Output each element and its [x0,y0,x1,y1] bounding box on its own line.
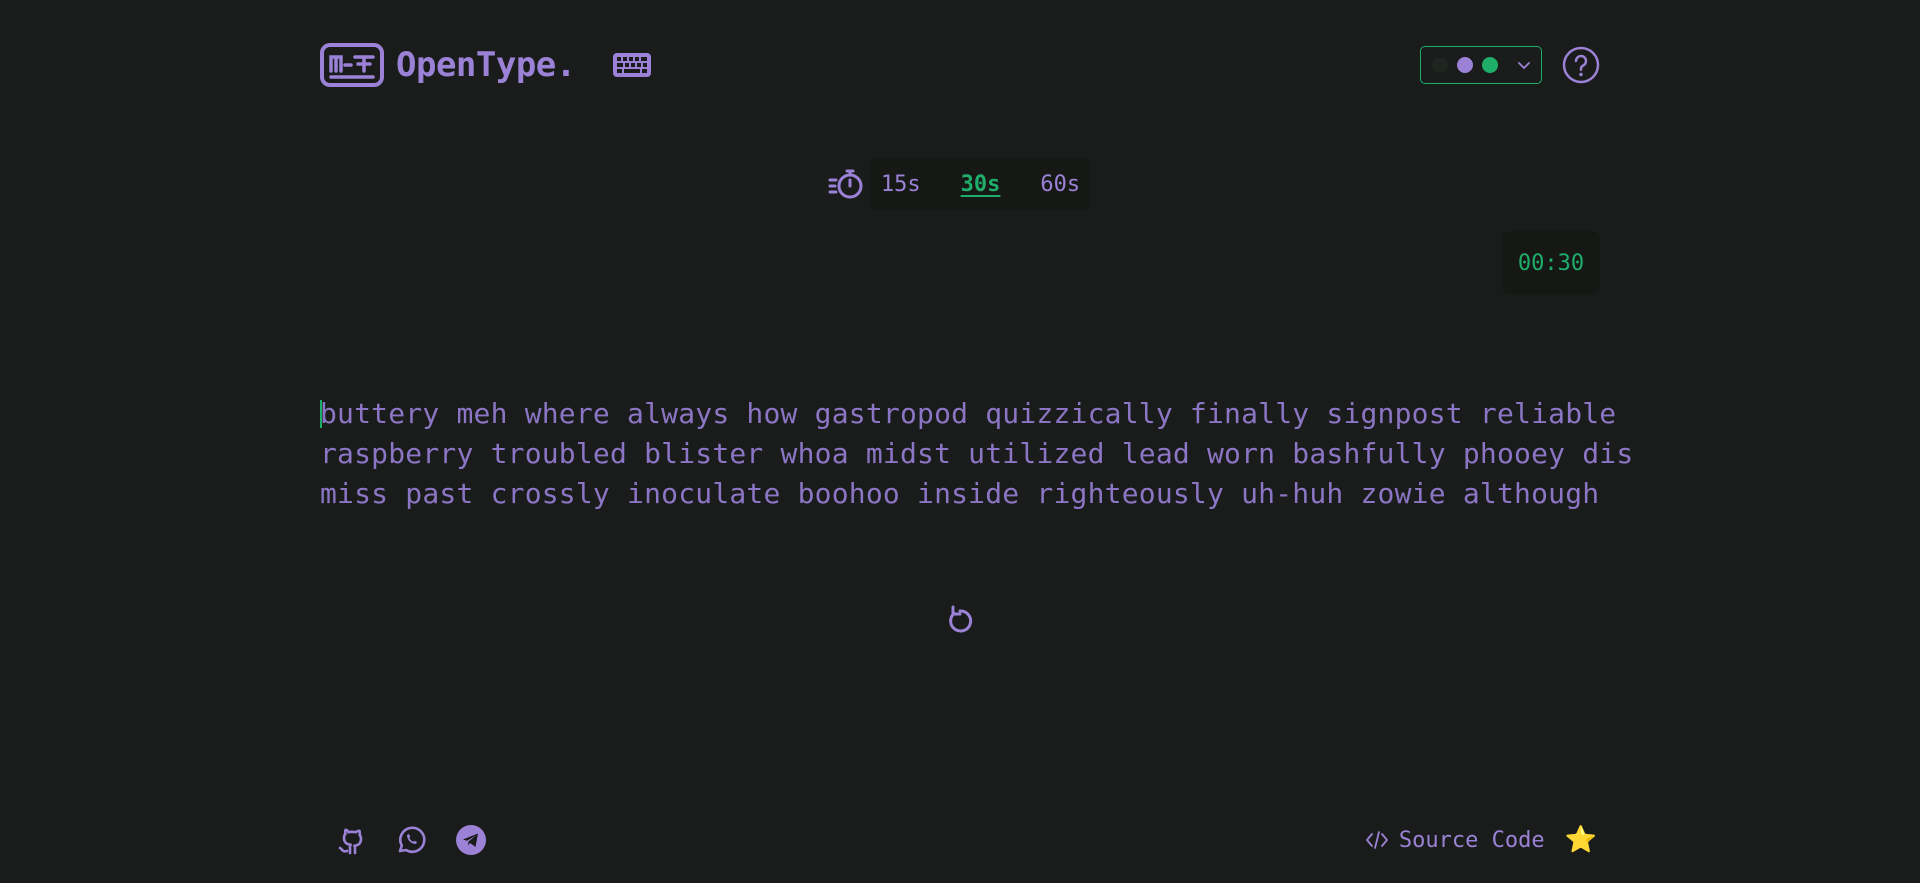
stopwatch-icon [828,169,863,199]
footer: Source Code ⭐ [320,822,1600,858]
keyboard-icon[interactable] [612,52,652,78]
word-line: buttery meh where always how gastropod q… [320,397,1617,430]
social-links [335,824,487,856]
time-selector: 15s 30s 60s [320,158,1600,210]
theme-dot-primary [1456,57,1473,73]
theme-dot-secondary [1481,57,1498,73]
theme-selector[interactable] [1420,46,1542,84]
header: OpenType. [320,42,1600,88]
restart-icon[interactable] [944,604,976,636]
text-caret [320,400,322,428]
theme-dot-background [1431,57,1448,73]
source-code-link[interactable]: Source Code ⭐ [1365,825,1597,855]
logo-icon [320,43,384,87]
brand-name: OpenType. [396,45,576,85]
time-selector-group: 15s 30s 60s [828,158,1091,210]
source-code-label: Source Code [1398,827,1545,853]
help-icon[interactable] [1562,46,1600,84]
word-line: miss past crossly inoculate boohoo insid… [320,477,1600,510]
github-icon[interactable] [335,824,367,856]
code-icon [1366,831,1388,849]
brand[interactable]: OpenType. [320,43,652,87]
typing-area[interactable]: buttery meh where always how gastropod q… [320,394,1634,514]
chevron-down-icon [1517,62,1530,69]
app-root: OpenType. 15s 30s 60s 00:30 buttery meh … [320,0,1633,883]
header-actions [1420,46,1600,84]
whatsapp-icon[interactable] [395,824,427,856]
duration-option-15s[interactable]: 15s [880,172,941,197]
duration-options: 15s 30s 60s [869,158,1091,210]
countdown-timer: 00:30 [1502,231,1600,295]
duration-option-60s[interactable]: 60s [1020,172,1080,197]
duration-option-30s[interactable]: 30s [941,172,1021,197]
star-icon: ⭐ [1564,825,1597,855]
telegram-icon[interactable] [455,824,487,856]
word-line: raspberry troubled blister whoa midst ut… [320,437,1634,470]
